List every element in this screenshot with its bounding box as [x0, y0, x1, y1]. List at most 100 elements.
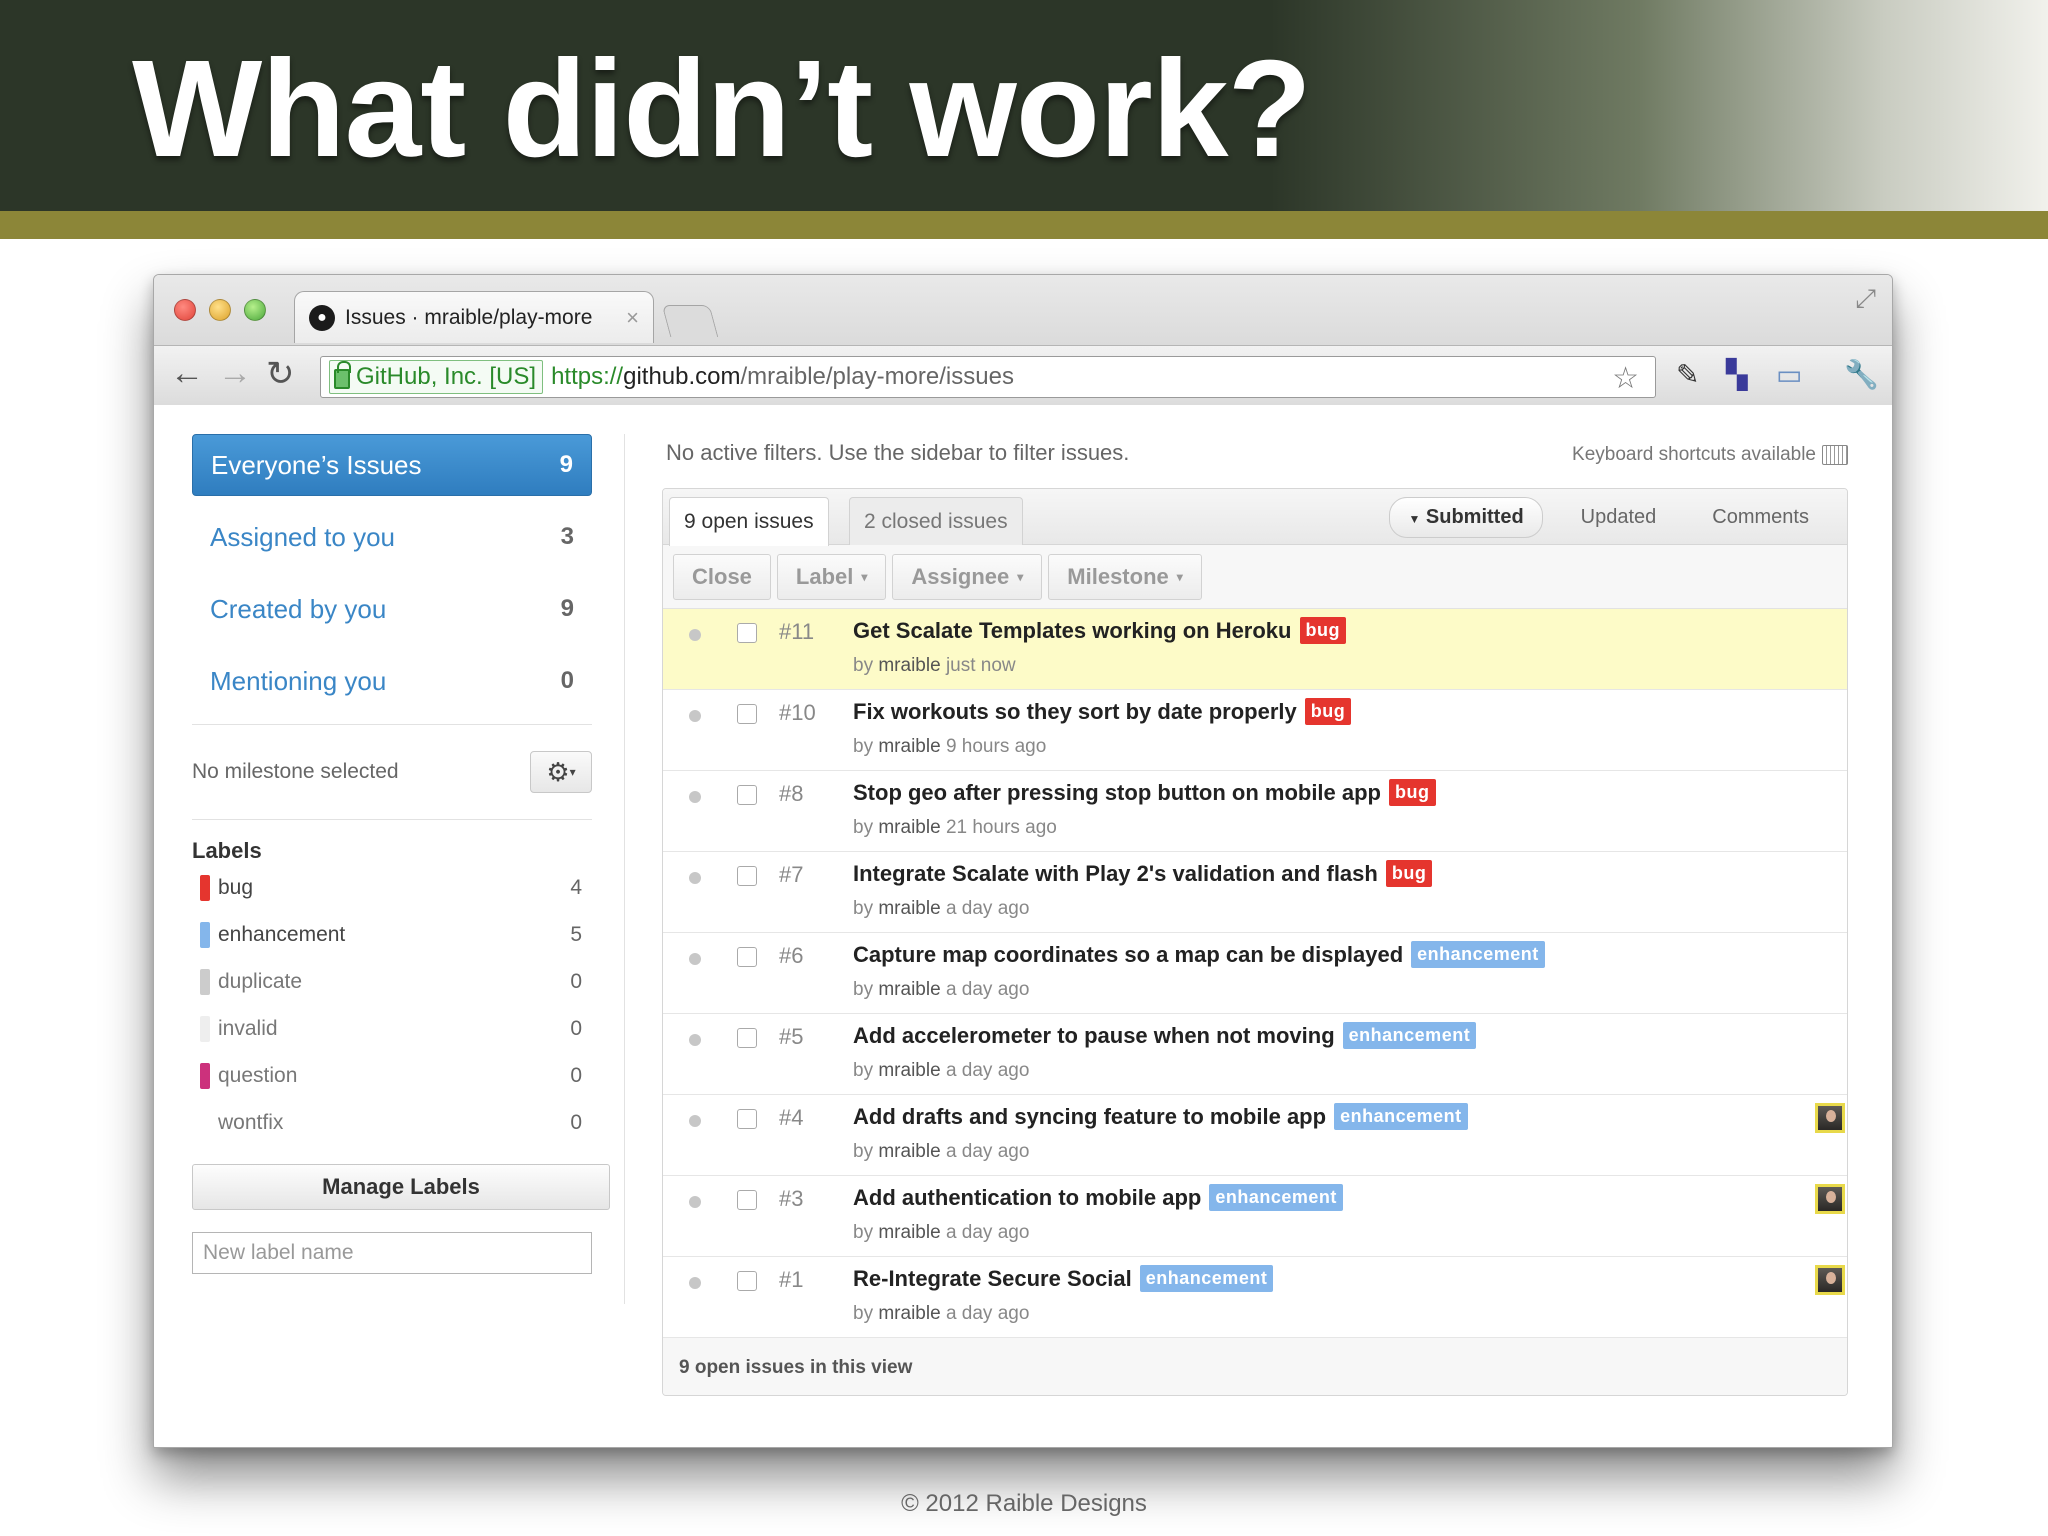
assignee-avatar[interactable]: [1815, 1265, 1845, 1295]
issue-status-dot: [689, 791, 701, 803]
issue-row[interactable]: #1 Re-Integrate Secure Social enhancement b…: [663, 1257, 1847, 1338]
issue-select-checkbox[interactable]: [737, 1028, 757, 1048]
zoom-window-button[interactable]: [244, 299, 266, 321]
issue-select-checkbox[interactable]: [737, 785, 757, 805]
ssl-identity-badge[interactable]: GitHub, Inc. [US]: [329, 360, 544, 394]
browser-toolbar: ← → ↻ GitHub, Inc. [US] https:// github.…: [154, 345, 1892, 405]
issue-select-checkbox[interactable]: [737, 704, 757, 724]
filter-assigned-to-you[interactable]: Assigned to you 3: [192, 506, 592, 568]
close-issues-button[interactable]: Close: [673, 553, 771, 600]
issue-row[interactable]: #10 Fix workouts so they sort by date pro…: [663, 690, 1847, 771]
issue-status-dot: [689, 872, 701, 884]
milestone-settings-button[interactable]: ⚙ ▾: [530, 751, 592, 793]
bookmark-star-icon[interactable]: ☆: [1612, 361, 1639, 396]
tab-close-icon[interactable]: ×: [626, 305, 639, 331]
sort-comments-link[interactable]: Comments: [1694, 498, 1827, 537]
new-tab-button[interactable]: [661, 305, 719, 337]
assignee-avatar[interactable]: [1815, 1103, 1845, 1133]
issue-label-tag[interactable]: enhancement: [1139, 1265, 1274, 1292]
issue-author-link[interactable]: mraible: [878, 736, 940, 757]
browser-tab[interactable]: ● Issues · mraible/play-more ×: [294, 291, 654, 343]
issue-author-link[interactable]: mraible: [878, 1141, 940, 1162]
issue-row[interactable]: #6 Capture map coordinates so a map can b…: [663, 933, 1847, 1014]
label-color-swatch: [200, 968, 210, 995]
issue-author-link[interactable]: mraible: [878, 655, 940, 676]
forward-arrow-icon[interactable]: →: [218, 354, 252, 393]
issue-author-link[interactable]: mraible: [878, 1303, 940, 1324]
issue-label-tag[interactable]: bug: [1304, 698, 1352, 725]
issue-title-link[interactable]: Add accelerometer to pause when not movi…: [853, 1023, 1335, 1049]
keyboard-shortcuts-link[interactable]: Keyboard shortcuts available: [1572, 444, 1848, 466]
issue-label-tag[interactable]: enhancement: [1411, 941, 1545, 968]
minimize-window-button[interactable]: [209, 299, 231, 321]
issue-row[interactable]: #8 Stop geo after pressing stop button on…: [663, 771, 1847, 852]
issue-label-tag[interactable]: enhancement: [1342, 1022, 1477, 1049]
issue-title-link[interactable]: Add drafts and syncing feature to mobile…: [853, 1104, 1326, 1130]
issue-select-checkbox[interactable]: [737, 623, 757, 643]
issue-label-tag[interactable]: enhancement: [1334, 1103, 1468, 1130]
address-bar[interactable]: GitHub, Inc. [US] https:// github.com /m…: [320, 356, 1656, 398]
divider: [192, 724, 592, 725]
label-name: invalid: [218, 1016, 278, 1040]
issue-select-checkbox[interactable]: [737, 1271, 757, 1291]
tab-open-issues[interactable]: 9 open issues: [669, 497, 829, 546]
milestone-dropdown-button[interactable]: Milestone ▾: [1048, 553, 1202, 600]
issue-row[interactable]: #11 Get Scalate Templates working on Hero…: [663, 609, 1847, 690]
label-color-swatch: [200, 874, 210, 901]
issue-select-checkbox[interactable]: [737, 866, 757, 886]
assignee-avatar[interactable]: [1815, 1184, 1845, 1214]
issue-label-tag[interactable]: bug: [1385, 860, 1433, 887]
label-color-swatch: [200, 1015, 210, 1042]
issue-author-link[interactable]: mraible: [878, 817, 940, 838]
issue-title-link[interactable]: Capture map coordinates so a map can be …: [853, 942, 1403, 968]
tab-closed-issues[interactable]: 2 closed issues: [849, 497, 1023, 545]
sort-updated-link[interactable]: Updated: [1563, 498, 1675, 537]
label-name: wontfix: [218, 1110, 284, 1134]
issue-author-link[interactable]: mraible: [878, 1060, 940, 1081]
close-window-button[interactable]: [174, 299, 196, 321]
label-item-bug[interactable]: bug 4: [192, 864, 592, 911]
filter-created-by-you[interactable]: Created by you 9: [192, 578, 592, 640]
issue-title-link[interactable]: Stop geo after pressing stop button on m…: [853, 780, 1381, 806]
fullscreen-icon[interactable]: ⤢: [1855, 283, 1876, 315]
extension-book-icon[interactable]: ▚: [1726, 358, 1748, 391]
new-label-input[interactable]: [192, 1232, 592, 1274]
issue-select-checkbox[interactable]: [737, 1109, 757, 1129]
issue-row[interactable]: #7 Integrate Scalate with Play 2's valida…: [663, 852, 1847, 933]
wrench-icon[interactable]: 🔧: [1844, 358, 1879, 391]
issue-title-link[interactable]: Integrate Scalate with Play 2's validati…: [853, 861, 1378, 887]
issue-author-link[interactable]: mraible: [878, 1222, 940, 1243]
extension-window-icon[interactable]: ▭: [1776, 358, 1802, 391]
issue-row[interactable]: #4 Add drafts and syncing feature to mobi…: [663, 1095, 1847, 1176]
label-item-invalid[interactable]: invalid 0: [192, 1005, 592, 1052]
issue-title-link[interactable]: Fix workouts so they sort by date proper…: [853, 699, 1297, 725]
issues-sidebar: Everyone’s Issues 9 Assigned to you 3 Cr…: [192, 434, 610, 1274]
manage-labels-button[interactable]: Manage Labels: [192, 1164, 610, 1210]
filter-everyones-issues[interactable]: Everyone’s Issues 9: [192, 434, 592, 496]
reload-icon[interactable]: ↻: [266, 354, 295, 394]
issue-author-link[interactable]: mraible: [878, 898, 940, 919]
issue-title-link[interactable]: Add authentication to mobile app: [853, 1185, 1201, 1211]
issue-label-tag[interactable]: bug: [1299, 617, 1346, 644]
issue-label-tag[interactable]: enhancement: [1209, 1184, 1343, 1211]
label-dropdown-button[interactable]: Label ▾: [776, 553, 887, 600]
slide-footer: © 2012 Raible Designs: [901, 1490, 1147, 1517]
extension-tool-icon[interactable]: ✎: [1676, 358, 1699, 391]
label-item-wontfix[interactable]: wontfix 0: [192, 1099, 592, 1146]
assignee-dropdown-button[interactable]: Assignee ▾: [892, 553, 1043, 600]
filter-mentioning-you[interactable]: Mentioning you 0: [192, 650, 592, 712]
label-item-question[interactable]: question 0: [192, 1052, 592, 1099]
issue-select-checkbox[interactable]: [737, 947, 757, 967]
label-item-enhancement[interactable]: enhancement 5: [192, 911, 592, 958]
issue-meta: by mraible a day ago: [853, 898, 1030, 919]
issue-title-link[interactable]: Get Scalate Templates working on Heroku: [853, 618, 1292, 644]
back-arrow-icon[interactable]: ←: [170, 354, 204, 393]
issue-select-checkbox[interactable]: [737, 1190, 757, 1210]
issue-row[interactable]: #5 Add accelerometer to pause when not mo…: [663, 1014, 1847, 1095]
issue-label-tag[interactable]: bug: [1389, 779, 1436, 806]
issue-author-link[interactable]: mraible: [878, 979, 940, 1000]
sort-submitted-button[interactable]: ▼ Submitted: [1389, 497, 1543, 538]
label-item-duplicate[interactable]: duplicate 0: [192, 958, 592, 1005]
issue-row[interactable]: #3 Add authentication to mobile app enhanc…: [663, 1176, 1847, 1257]
issue-title-link[interactable]: Re-Integrate Secure Social: [853, 1266, 1132, 1292]
